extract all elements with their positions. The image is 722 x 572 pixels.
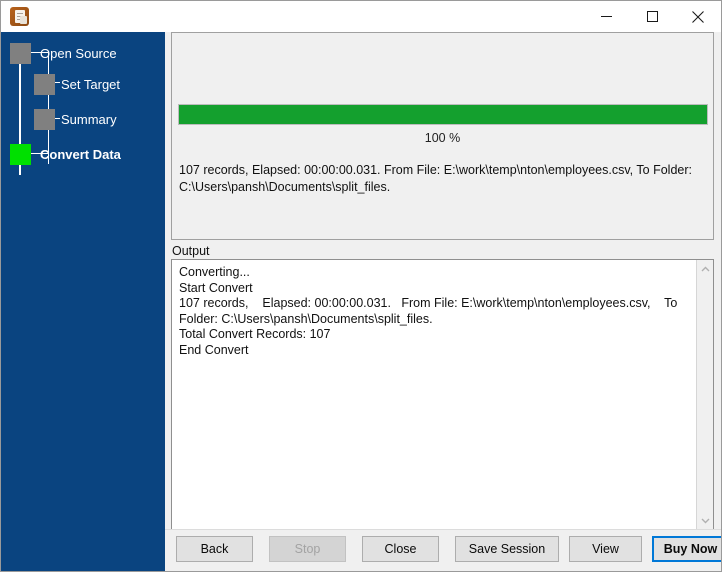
save-session-button[interactable]: Save Session: [455, 536, 559, 562]
scrollbar-down-button[interactable]: [697, 512, 713, 529]
close-dialog-button[interactable]: Close: [362, 536, 439, 562]
maximize-button[interactable]: [629, 1, 675, 32]
output-scrollbar[interactable]: [696, 260, 713, 529]
view-button[interactable]: View: [569, 536, 642, 562]
stop-button: Stop: [269, 536, 346, 562]
output-log-text: Converting... Start Convert 107 records,…: [179, 265, 678, 357]
chevron-down-icon: [701, 518, 709, 523]
sidebar-item-summary[interactable]: Summary: [61, 112, 117, 128]
app-icon-corner-glyph: [20, 16, 27, 24]
back-button[interactable]: Back: [176, 536, 253, 562]
main-content: 100 % 107 records, Elapsed: 00:00:00.031…: [165, 32, 721, 571]
status-message: 107 records, Elapsed: 00:00:00.031. From…: [179, 163, 692, 194]
progress-bar: [178, 104, 708, 125]
sidebar-step-marker-summary[interactable]: [34, 109, 55, 130]
chevron-up-icon: [701, 266, 709, 271]
output-log-box[interactable]: Converting... Start Convert 107 records,…: [171, 259, 714, 530]
maximize-icon: [646, 11, 658, 22]
close-icon: [692, 10, 704, 23]
sidebar-step-marker-open-source[interactable]: [10, 43, 31, 64]
progress-panel: 100 % 107 records, Elapsed: 00:00:00.031…: [171, 32, 714, 240]
sidebar-step-marker-convert-data[interactable]: [10, 144, 31, 165]
sidebar-step-marker-set-target[interactable]: [34, 74, 55, 95]
output-section-label: Output: [172, 244, 210, 258]
dialog-button-bar: Back Stop Close Save Session View Buy No…: [165, 529, 721, 571]
progress-percent-label: 100 %: [424, 131, 461, 145]
minimize-button[interactable]: [583, 1, 629, 32]
wizard-sidebar: Open Source Set Target Summary Convert D…: [1, 32, 165, 571]
sidebar-item-open-source[interactable]: Open Source: [40, 46, 117, 62]
title-bar: [1, 1, 721, 32]
close-button[interactable]: [675, 1, 721, 32]
minimize-icon: [600, 16, 612, 17]
sidebar-item-set-target[interactable]: Set Target: [61, 77, 120, 93]
app-document-icon: [10, 7, 29, 26]
buy-now-button[interactable]: Buy Now: [652, 536, 721, 562]
progress-bar-fill: [179, 105, 707, 124]
application-window: Open Source Set Target Summary Convert D…: [0, 0, 722, 572]
scrollbar-up-button[interactable]: [697, 260, 713, 277]
sidebar-item-convert-data[interactable]: Convert Data: [40, 147, 121, 163]
